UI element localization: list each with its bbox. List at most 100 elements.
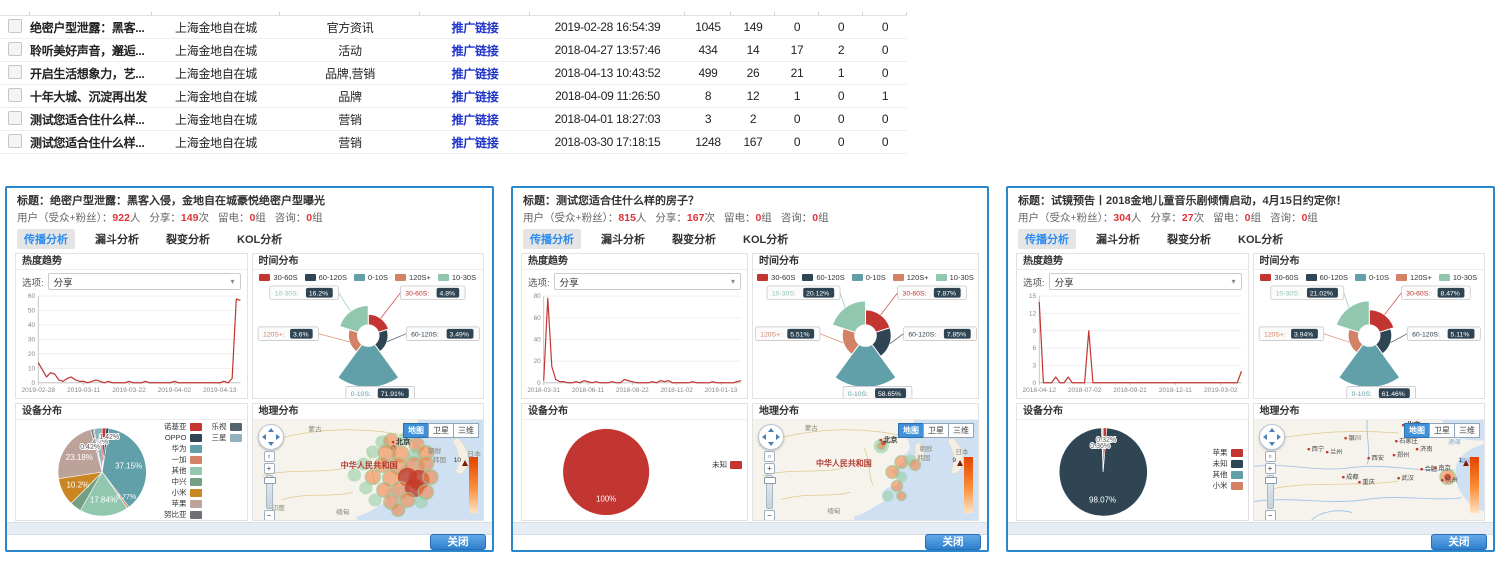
legend-item[interactable]: 120S+ — [395, 273, 431, 282]
device-legend-item[interactable]: 华为 — [164, 444, 202, 453]
device-legend-item[interactable]: 努比亚 — [164, 510, 202, 519]
geo-map[interactable]: 北京天津石家庄济南银川西宁兰州西安郑州合肥南京杭州成都重庆武汉渤海黄海▫+−地图… — [1254, 420, 1485, 520]
close-button[interactable]: 关闭 — [925, 534, 981, 550]
map-type-button[interactable]: 地图 — [1404, 423, 1430, 438]
promo-link[interactable]: 推广链接 — [420, 111, 530, 128]
device-legend-item[interactable]: 中兴 — [164, 477, 202, 486]
promo-link[interactable]: 推广链接 — [420, 19, 530, 36]
analysis-tab[interactable]: 传播分析 — [523, 229, 581, 249]
zoom-in-button[interactable]: + — [764, 463, 775, 474]
metric-cell: 3 — [685, 112, 731, 126]
map-drag-button[interactable]: ▫ — [1265, 451, 1276, 462]
map-type-button[interactable]: 卫星 — [923, 423, 949, 438]
trend-option-select[interactable]: 分享▾ — [48, 273, 241, 290]
promo-link[interactable]: 推广链接 — [420, 65, 530, 82]
map-drag-button[interactable]: ▫ — [264, 451, 275, 462]
promo-link[interactable]: 推广链接 — [420, 88, 530, 105]
legend-item[interactable]: 120S+ — [893, 273, 929, 282]
analysis-tab[interactable]: 裂变分析 — [159, 229, 217, 249]
zoom-out-button[interactable]: − — [264, 510, 275, 520]
close-button[interactable]: 关闭 — [430, 534, 486, 550]
zoom-track[interactable] — [266, 475, 273, 509]
zoom-handle[interactable] — [764, 477, 776, 484]
row-checkbox[interactable] — [8, 19, 22, 33]
analysis-tab[interactable]: KOL分析 — [230, 229, 289, 249]
row-checkbox[interactable] — [8, 111, 22, 125]
zoom-handle[interactable] — [264, 477, 276, 484]
zoom-out-button[interactable]: − — [764, 510, 775, 520]
legend-item[interactable]: 30-60S — [757, 273, 795, 282]
chevron-down-icon: ▾ — [230, 277, 234, 286]
analysis-tab[interactable]: 漏斗分析 — [1089, 229, 1147, 249]
legend-item[interactable]: 0-10S — [354, 273, 388, 282]
analysis-tab[interactable]: 漏斗分析 — [594, 229, 652, 249]
zoom-track[interactable] — [766, 475, 773, 509]
analysis-tab[interactable]: 漏斗分析 — [88, 229, 146, 249]
device-legend-item[interactable]: 诺基亚 — [164, 422, 202, 431]
geo-map[interactable]: 蒙古北京朝鲜韩国日本中华人民共和国缅甸▫+−地图卫星三维9 — [753, 420, 978, 520]
metric-cell: 434 — [685, 43, 731, 57]
geo-map[interactable]: 蒙古北京朝鲜韩国日本中华人民共和国印度缅甸▫+−地图卫星三维10 — [253, 420, 484, 520]
analysis-tab[interactable]: 传播分析 — [17, 229, 75, 249]
device-legend-item[interactable]: 其他 — [164, 466, 202, 475]
zoom-handle[interactable] — [1265, 477, 1277, 484]
device-legend-item[interactable]: 其他 — [1213, 470, 1243, 479]
zoom-track[interactable] — [1267, 475, 1274, 509]
map-pan-compass[interactable] — [1259, 424, 1285, 450]
row-checkbox[interactable] — [8, 134, 22, 148]
promo-link[interactable]: 推广链接 — [420, 42, 530, 59]
legend-item[interactable]: 0-10S — [852, 273, 886, 282]
legend-item[interactable]: 10-30S — [1439, 273, 1477, 282]
map-type-button[interactable]: 地图 — [898, 423, 924, 438]
svg-text:98.07%: 98.07% — [1089, 495, 1116, 504]
row-checkbox[interactable] — [8, 42, 22, 56]
zoom-in-button[interactable]: + — [264, 463, 275, 474]
map-pan-compass[interactable] — [758, 424, 784, 450]
zoom-out-button[interactable]: − — [1265, 510, 1276, 520]
close-button[interactable]: 关闭 — [1431, 534, 1487, 550]
device-legend-item[interactable]: OPPO — [164, 433, 202, 442]
device-legend-item[interactable]: 未知 — [712, 460, 742, 469]
map-type-button[interactable]: 卫星 — [1429, 423, 1455, 438]
map-type-button[interactable]: 三维 — [1454, 423, 1480, 438]
device-legend-item[interactable]: 三星 — [212, 433, 242, 442]
legend-item[interactable]: 0-10S — [1355, 273, 1389, 282]
analysis-tab[interactable]: KOL分析 — [736, 229, 795, 249]
map-type-button[interactable]: 三维 — [948, 423, 974, 438]
trend-option-select[interactable]: 分享▾ — [554, 273, 741, 290]
legend-item[interactable]: 30-60S — [259, 273, 297, 282]
device-legend-item[interactable]: 一加 — [164, 455, 202, 464]
legend-item[interactable]: 60-120S — [1306, 273, 1348, 282]
map-type-button[interactable]: 卫星 — [428, 423, 454, 438]
map-zoom-slider[interactable]: ▫+ − — [264, 451, 275, 520]
analysis-tab[interactable]: 裂变分析 — [665, 229, 723, 249]
map-type-button[interactable]: 三维 — [453, 423, 479, 438]
analysis-tab[interactable]: KOL分析 — [1231, 229, 1290, 249]
device-legend-item[interactable]: 未知 — [1213, 459, 1243, 468]
map-zoom-slider[interactable]: ▫+ − — [764, 451, 775, 520]
legend-item[interactable]: 10-30S — [438, 273, 476, 282]
trend-option-select[interactable]: 分享▾ — [1049, 273, 1242, 290]
device-legend-item[interactable]: 苹果 — [164, 499, 202, 508]
legend-item[interactable]: 60-120S — [802, 273, 844, 282]
row-checkbox[interactable] — [8, 88, 22, 102]
map-pan-compass[interactable] — [258, 424, 284, 450]
device-legend-item[interactable]: 小米 — [1213, 481, 1243, 490]
metric-cell: 12 — [731, 89, 775, 103]
legend-item[interactable]: 120S+ — [1396, 273, 1432, 282]
legend-item[interactable]: 30-60S — [1260, 273, 1298, 282]
analysis-tab[interactable]: 传播分析 — [1018, 229, 1076, 249]
row-checkbox[interactable] — [8, 65, 22, 79]
analysis-tab[interactable]: 裂变分析 — [1160, 229, 1218, 249]
legend-item[interactable]: 10-30S — [936, 273, 974, 282]
device-legend-item[interactable]: 小米 — [164, 488, 202, 497]
map-drag-button[interactable]: ▫ — [764, 451, 775, 462]
device-legend-item[interactable]: 乐视 — [212, 422, 242, 431]
map-type-button[interactable]: 地图 — [403, 423, 429, 438]
map-zoom-slider[interactable]: ▫+ − — [1265, 451, 1276, 520]
zoom-in-button[interactable]: + — [1265, 463, 1276, 474]
legend-item[interactable]: 60-120S — [305, 273, 347, 282]
device-legend-item[interactable]: 苹果 — [1213, 448, 1243, 457]
promo-link[interactable]: 推广链接 — [420, 134, 530, 151]
svg-text:30-60S:: 30-60S: — [405, 291, 429, 298]
